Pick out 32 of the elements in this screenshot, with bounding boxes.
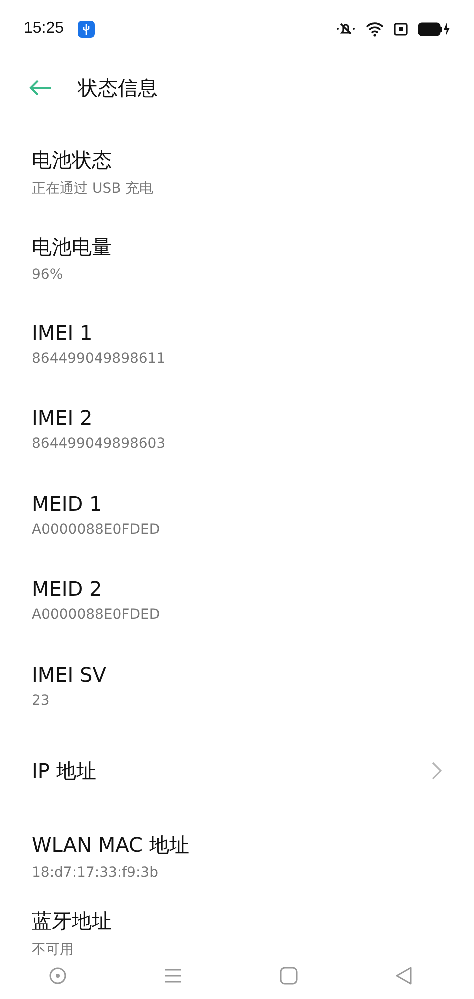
item-value: 23	[32, 692, 51, 709]
item-value: 96%	[32, 266, 64, 283]
item-value: 正在通过 USB 充电	[32, 180, 155, 198]
back-arrow-icon[interactable]	[29, 79, 53, 97]
assistant-icon[interactable]	[48, 966, 67, 984]
item-value: 18:d7:17:33:f9:3b	[32, 865, 160, 882]
item-value: A0000088E0FDED	[32, 522, 162, 538]
item-title[interactable]: IP 地址	[32, 758, 432, 785]
wifi-icon	[366, 22, 384, 36]
item-value: 864499049898611	[32, 350, 167, 367]
home-icon[interactable]	[280, 966, 298, 984]
item-title: 蓝牙地址	[32, 908, 113, 934]
usb-icon	[78, 20, 96, 38]
item-title: IMEI 2	[32, 406, 94, 430]
item-value: 864499049898603	[32, 436, 167, 452]
back-icon[interactable]	[395, 966, 414, 984]
item-title: MEID 2	[32, 577, 104, 602]
item-value: 不可用	[32, 940, 75, 958]
sim-icon	[394, 22, 408, 36]
item-title: IMEI SV	[32, 662, 108, 687]
chevron-right-icon[interactable]	[432, 762, 442, 780]
item-title: MEID 1	[32, 492, 104, 516]
item-title: 电池状态	[32, 147, 113, 174]
status-time: 15:25	[24, 20, 64, 38]
muted-bell-icon	[336, 21, 356, 37]
menu-icon[interactable]	[164, 968, 182, 984]
item-title: WLAN MAC 地址	[32, 832, 190, 860]
item-value: A0000088E0FDED	[32, 607, 162, 624]
item-title: IMEI 1	[32, 320, 94, 345]
battery-charging-icon	[418, 22, 450, 36]
page-title: 状态信息	[78, 74, 158, 102]
item-title: 电池电量	[32, 234, 113, 261]
